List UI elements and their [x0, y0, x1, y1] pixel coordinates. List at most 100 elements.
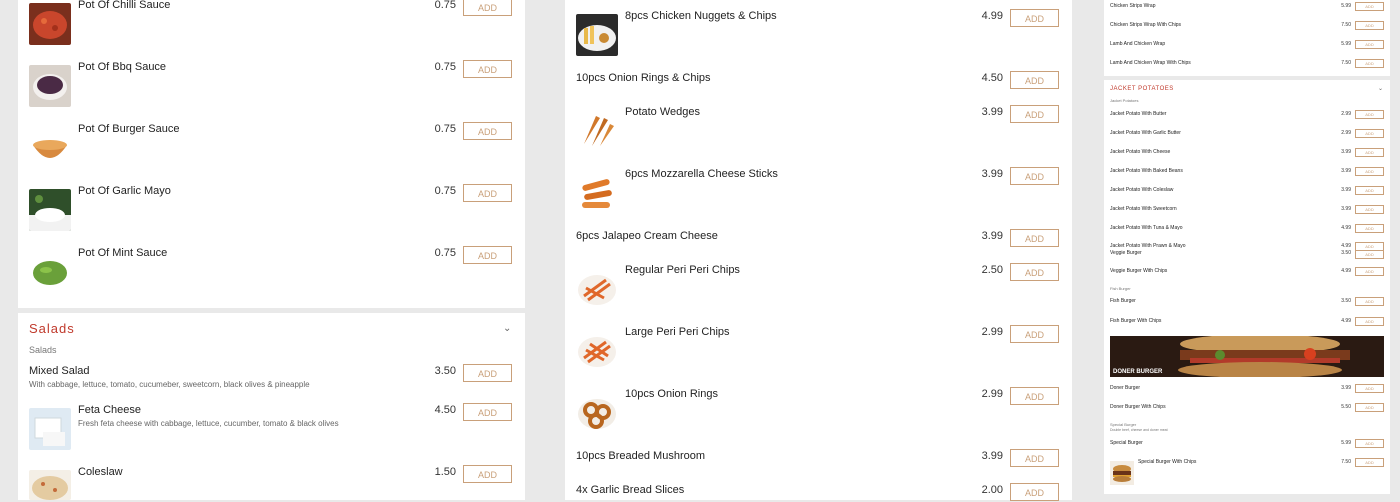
- item-name: Fish Burger With Chips: [1110, 318, 1162, 324]
- item-price: 3.50: [434, 365, 456, 377]
- add-button[interactable]: ADD: [1355, 205, 1384, 214]
- item-name: Pot Of Garlic Mayo: [78, 185, 171, 197]
- item-name: Mixed Salad: [29, 365, 90, 377]
- item-name: Lamb And Chicken Wrap With Chips: [1110, 60, 1191, 66]
- item-price: 3.99: [981, 230, 1003, 242]
- item-price: 5.99: [1341, 3, 1351, 9]
- add-button[interactable]: ADD: [1010, 9, 1059, 27]
- add-button[interactable]: ADD: [1010, 263, 1059, 281]
- item-price: 2.99: [1341, 111, 1351, 117]
- add-button[interactable]: ADD: [1355, 148, 1384, 157]
- add-button[interactable]: ADD: [1010, 325, 1059, 343]
- add-button[interactable]: ADD: [1355, 167, 1384, 176]
- add-button[interactable]: ADD: [1355, 384, 1384, 393]
- sauces-panel: Pot Of Chilli Sauce 0.75 ADD Pot Of Bbq …: [18, 0, 525, 308]
- peri-chips-large-image: [576, 330, 618, 372]
- add-button[interactable]: ADD: [1355, 186, 1384, 195]
- add-button[interactable]: ADD: [463, 184, 512, 202]
- sides-panel: 8pcs Chicken Nuggets & Chips 4.99 ADD 10…: [565, 0, 1072, 501]
- add-button[interactable]: ADD: [1010, 167, 1059, 185]
- item-price: 0.75: [434, 247, 456, 259]
- chevron-down-icon[interactable]: ⌄: [503, 323, 511, 334]
- item-name: Jacket Potato With Butter: [1110, 111, 1167, 117]
- wraps-panel: Chicken Strips Wrap 5.99 ADD Chicken Str…: [1104, 0, 1390, 76]
- item-name: Pot Of Burger Sauce: [78, 123, 180, 135]
- item-price: 5.99: [1341, 440, 1351, 446]
- banner-title: DONER BURGER: [1113, 369, 1163, 375]
- add-button[interactable]: ADD: [1355, 2, 1384, 11]
- add-button[interactable]: ADD: [1355, 110, 1384, 119]
- add-button[interactable]: ADD: [463, 0, 512, 16]
- item-price: 4.99: [1341, 318, 1351, 324]
- wedges-image: [576, 110, 618, 152]
- add-button[interactable]: ADD: [1355, 267, 1384, 276]
- special-burger-image: [1110, 461, 1134, 485]
- add-button[interactable]: ADD: [1355, 317, 1384, 326]
- item-name: Lamb And Chicken Wrap: [1110, 41, 1166, 47]
- item-name: 10pcs Breaded Mushroom: [576, 450, 706, 462]
- item-price: 4.99: [1341, 243, 1351, 249]
- item-price: 3.99: [981, 106, 1003, 118]
- add-button[interactable]: ADD: [1355, 439, 1384, 448]
- add-button[interactable]: ADD: [1355, 458, 1384, 467]
- item-name: Chicken Strips Wrap With Chips: [1110, 22, 1182, 28]
- salads-panel: Salads ⌄ Salads Mixed Salad With cabbage…: [18, 313, 525, 500]
- item-description: Fresh feta cheese with cabbage, lettuce,…: [78, 419, 339, 428]
- item-name: Pot Of Bbq Sauce: [78, 61, 167, 73]
- item-price: 0.75: [434, 123, 456, 135]
- mozzarella-image: [576, 172, 618, 214]
- section-subtitle: Jacket Potatoes: [1110, 98, 1139, 103]
- section-subtitle: Salads: [29, 345, 57, 355]
- item-name: Pot Of Mint Sauce: [78, 247, 168, 259]
- add-button[interactable]: ADD: [463, 465, 512, 483]
- item-price: 7.50: [1341, 60, 1351, 66]
- item-name: Jacket Potato With Tuna & Mayo: [1110, 225, 1183, 231]
- add-button[interactable]: ADD: [463, 403, 512, 421]
- item-price: 2.00: [981, 484, 1003, 496]
- item-name: 10pcs Onion Rings & Chips: [576, 72, 711, 84]
- item-price: 4.50: [981, 72, 1003, 84]
- item-name: Jacket Potato With Prawn & Mayo: [1110, 243, 1186, 249]
- burgers-panel: Veggie Burger 3.50 ADD Veggie Burger Wit…: [1104, 250, 1390, 494]
- burger-sauce-image: [29, 127, 71, 169]
- add-button[interactable]: ADD: [1355, 59, 1384, 68]
- add-button[interactable]: ADD: [1355, 129, 1384, 138]
- add-button[interactable]: ADD: [1355, 40, 1384, 49]
- item-name: Pot Of Chilli Sauce: [78, 0, 171, 11]
- item-name: Jacket Potato With Sweetcorn: [1110, 206, 1177, 212]
- add-button[interactable]: ADD: [1355, 403, 1384, 412]
- item-price: 4.99: [981, 10, 1003, 22]
- add-button[interactable]: ADD: [463, 122, 512, 140]
- add-button[interactable]: ADD: [1355, 297, 1384, 306]
- add-button[interactable]: ADD: [1355, 250, 1384, 259]
- item-description: With cabbage, lettuce, tomato, cucumeber…: [29, 380, 310, 389]
- item-name: Jacket Potato With Coleslaw: [1110, 187, 1174, 193]
- add-button[interactable]: ADD: [463, 246, 512, 264]
- add-button[interactable]: ADD: [1010, 449, 1059, 467]
- add-button[interactable]: ADD: [463, 60, 512, 78]
- peri-chips-image: [576, 268, 618, 310]
- garlic-mayo-image: [29, 189, 71, 231]
- add-button[interactable]: ADD: [1010, 71, 1059, 89]
- add-button[interactable]: ADD: [1355, 224, 1384, 233]
- item-name: Veggie Burger With Chips: [1110, 268, 1168, 274]
- section-title[interactable]: Salads: [29, 321, 75, 336]
- item-price: 2.99: [981, 388, 1003, 400]
- add-button[interactable]: ADD: [1355, 21, 1384, 30]
- item-price: 4.99: [1341, 225, 1351, 231]
- mint-sauce-image: [29, 251, 71, 293]
- item-name: Doner Burger: [1110, 385, 1141, 391]
- add-button[interactable]: ADD: [1010, 387, 1059, 405]
- item-name: Feta Cheese: [78, 404, 141, 416]
- feta-image: [29, 408, 71, 450]
- item-price: 2.99: [981, 326, 1003, 338]
- chevron-down-icon[interactable]: ⌄: [1378, 85, 1383, 92]
- item-price: 5.99: [1341, 41, 1351, 47]
- add-button[interactable]: ADD: [1010, 105, 1059, 123]
- add-button[interactable]: ADD: [1010, 229, 1059, 247]
- doner-burger-banner: DONER BURGER: [1110, 336, 1384, 377]
- item-name: 4x Garlic Bread Slices: [576, 484, 685, 496]
- add-button[interactable]: ADD: [1010, 483, 1059, 501]
- add-button[interactable]: ADD: [463, 364, 512, 382]
- section-title[interactable]: JACKET POTATOES: [1110, 86, 1174, 92]
